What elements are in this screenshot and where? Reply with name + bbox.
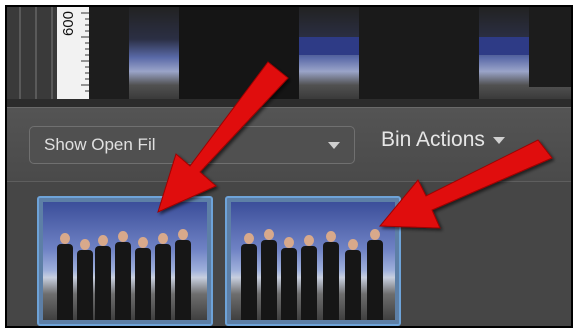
chevron-down-icon [328,141,340,149]
left-panel [7,7,57,107]
open-photo [89,7,571,99]
bin-actions-label: Bin Actions [381,128,485,151]
ruler-label: 600 [60,11,77,37]
show-open-files-dropdown[interactable]: Show Open Fil [29,126,355,164]
screenshot-frame: 600 Show Open Fil Bin Actions [5,5,573,328]
show-open-files-label: Show Open Fil [44,135,156,154]
photo-bin [7,181,571,326]
thumbnail-image [231,202,395,320]
ruler-ticks [81,12,89,92]
chevron-down-icon [492,136,505,144]
bin-actions-menu[interactable]: Bin Actions [381,128,505,152]
thumbnail-image [43,202,207,320]
bin-thumbnail[interactable] [225,196,401,326]
image-canvas: 600 [7,7,571,107]
bin-toolbar: Show Open Fil Bin Actions [7,107,571,182]
vertical-ruler: 600 [57,7,90,99]
bin-thumbnail[interactable] [37,196,213,326]
photo-figures [89,7,571,99]
